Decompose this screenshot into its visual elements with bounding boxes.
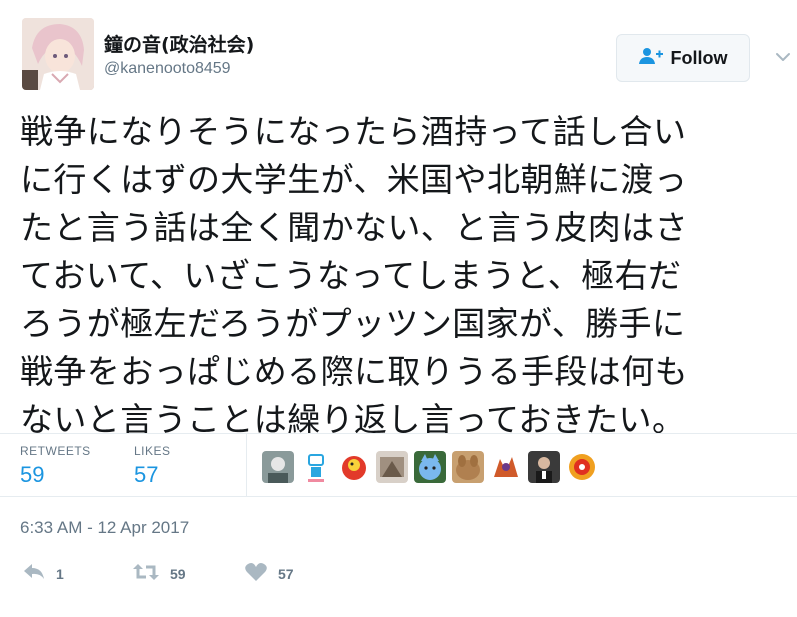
- liker-avatar[interactable]: [338, 451, 370, 483]
- liker-avatar[interactable]: [262, 451, 294, 483]
- follow-button-label: Follow: [670, 47, 728, 68]
- likes-count: 57: [134, 462, 159, 487]
- retweet-icon: [132, 562, 160, 586]
- reply-button[interactable]: 1: [22, 562, 64, 586]
- retweets-count: 59: [20, 462, 45, 487]
- tweet-stats: RETWEETS 59 LIKES 57: [0, 433, 797, 497]
- tweet-timestamp[interactable]: 6:33 AM - 12 Apr 2017: [20, 518, 189, 538]
- likes-stat[interactable]: LIKES 57: [134, 444, 171, 488]
- reply-icon: [22, 562, 46, 586]
- author-handle[interactable]: @kanenooto8459: [104, 60, 231, 78]
- follow-button[interactable]: Follow: [616, 34, 750, 82]
- retweets-label: RETWEETS: [20, 444, 91, 458]
- retweet-count: 59: [170, 566, 186, 582]
- tweet-actions: 1 59 57: [20, 562, 420, 592]
- add-user-icon: [638, 47, 663, 69]
- tweet-text: 戦争になりそうになったら酒持って話し合い に行くはずの大学生が、米国や北朝鮮に渡…: [20, 112, 688, 439]
- liker-avatar[interactable]: [376, 451, 408, 483]
- liker-avatars: [262, 451, 598, 483]
- retweet-button[interactable]: 59: [132, 562, 186, 586]
- liker-avatar[interactable]: [528, 451, 560, 483]
- liker-avatar[interactable]: [414, 451, 446, 483]
- tweet-header: 鐘の音(政治社会) @kanenooto8459 Follow: [22, 18, 790, 96]
- like-count: 57: [278, 566, 294, 582]
- retweets-stat[interactable]: RETWEETS 59: [20, 444, 91, 488]
- liker-avatar[interactable]: [490, 451, 522, 483]
- chevron-down-icon[interactable]: [774, 48, 792, 66]
- author-avatar[interactable]: [22, 18, 94, 90]
- liker-avatar[interactable]: [452, 451, 484, 483]
- author-name[interactable]: 鐘の音(政治社会): [104, 30, 254, 57]
- like-button[interactable]: 57: [244, 562, 294, 586]
- reply-count: 1: [56, 566, 64, 582]
- heart-icon: [244, 562, 268, 586]
- liker-avatar[interactable]: [566, 451, 598, 483]
- stats-divider: [246, 434, 247, 497]
- likes-label: LIKES: [134, 444, 171, 458]
- liker-avatar[interactable]: [300, 451, 332, 483]
